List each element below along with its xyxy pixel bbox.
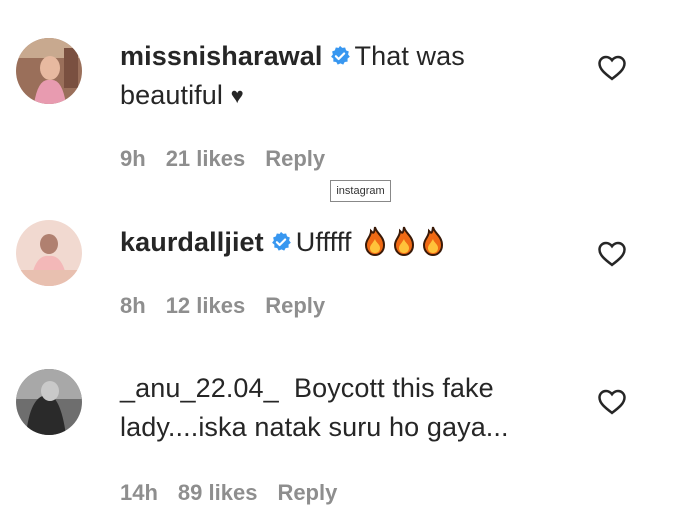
like-count[interactable]: 89 likes — [178, 480, 258, 505]
reply-button[interactable]: Reply — [277, 480, 337, 505]
avatar-image — [16, 369, 82, 435]
comment-body-line1: That was — [354, 41, 465, 71]
fire-icon — [391, 226, 417, 256]
reply-button[interactable]: Reply — [265, 293, 325, 318]
avatar[interactable] — [16, 369, 82, 435]
avatar[interactable] — [16, 38, 82, 104]
username[interactable]: missnisharawal — [120, 41, 323, 71]
comment-time: 9h — [120, 146, 146, 171]
avatar-image — [16, 220, 82, 286]
like-heart-icon[interactable] — [597, 387, 627, 415]
comment-time: 8h — [120, 293, 146, 318]
verified-badge-icon — [270, 231, 292, 253]
avatar[interactable] — [16, 220, 82, 286]
comment-body-line2: lady....iska natak suru ho gaya... — [120, 412, 509, 442]
comment-meta: 8h 12 likes Reply — [120, 293, 345, 319]
like-count[interactable]: 21 likes — [166, 146, 246, 171]
comment-text: _anu_22.04_ Boycott this fake lady....is… — [120, 369, 509, 447]
fire-icon — [420, 226, 446, 256]
comment-text: missnisharawal That was beautiful ♥ — [120, 37, 465, 115]
like-count[interactable]: 12 likes — [166, 293, 246, 318]
comment-meta: 9h 21 likes Reply — [120, 146, 345, 172]
username[interactable]: _anu_22.04_ — [120, 373, 279, 403]
watermark-label: instagram — [330, 180, 391, 202]
fire-icon — [362, 226, 388, 256]
comment-text: kaurdalljiet Ufffff — [120, 223, 446, 262]
heart-emoji: ♥ — [230, 83, 244, 108]
comment-time: 14h — [120, 480, 158, 505]
username[interactable]: kaurdalljiet — [120, 227, 264, 257]
comment-meta: 14h 89 likes Reply — [120, 480, 357, 506]
reply-button[interactable]: Reply — [265, 146, 325, 171]
like-heart-icon[interactable] — [597, 53, 627, 81]
comment-body-line2: beautiful — [120, 80, 223, 110]
comment-body-line1: Boycott this fake — [293, 373, 494, 403]
verified-badge-icon — [329, 45, 351, 67]
comment-body-line1: Ufffff — [295, 227, 352, 257]
like-heart-icon[interactable] — [597, 239, 627, 267]
avatar-image — [16, 38, 82, 104]
